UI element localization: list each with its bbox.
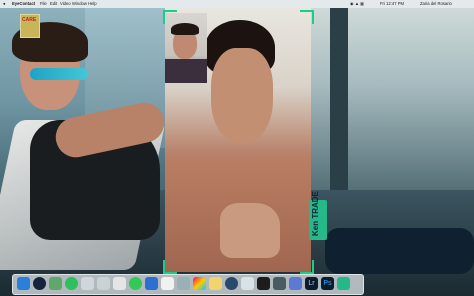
- share-icon[interactable]: [145, 277, 158, 290]
- grid-icon[interactable]: [289, 277, 302, 290]
- messages-icon[interactable]: [65, 277, 78, 290]
- circle-icon[interactable]: [225, 277, 238, 290]
- apple-icon[interactable]: ●: [3, 0, 6, 8]
- finder-icon[interactable]: [17, 277, 30, 290]
- maps-icon[interactable]: [97, 277, 110, 290]
- menu-bar: ● EyeContact File Edit Video Window Help…: [0, 0, 474, 8]
- logo-text: CARE: [22, 17, 37, 23]
- clock[interactable]: Fri 12:47 PM: [380, 0, 404, 8]
- menu-help[interactable]: Help: [88, 0, 97, 8]
- list-icon[interactable]: [241, 277, 254, 290]
- lightroom-icon[interactable]: Lr: [305, 277, 318, 290]
- notes-icon[interactable]: [161, 277, 174, 290]
- screen-icon[interactable]: [81, 277, 94, 290]
- pip-hair: [171, 23, 199, 35]
- check-icon[interactable]: [129, 277, 142, 290]
- bracket-bottom-left: [163, 260, 177, 274]
- caller-name-tag: Ken TRADE: [309, 191, 327, 240]
- app-logo: CARE: [20, 14, 40, 38]
- caller-name: Ken TRADE: [311, 191, 320, 236]
- menu-window[interactable]: Window: [72, 0, 87, 8]
- teal-icon[interactable]: [337, 277, 350, 290]
- night-icon[interactable]: [33, 277, 46, 290]
- menu-edit[interactable]: Edit: [50, 0, 57, 8]
- time-icon[interactable]: [209, 277, 222, 290]
- remote-hand: [220, 203, 280, 258]
- terminal-icon[interactable]: [257, 277, 270, 290]
- bracket-top-left: [163, 10, 177, 24]
- dock: Lr Ps: [12, 274, 364, 295]
- app-name[interactable]: EyeContact: [12, 0, 35, 8]
- colors-icon[interactable]: [193, 277, 206, 290]
- remote-face: [211, 48, 273, 143]
- photoshop-icon[interactable]: Ps: [321, 277, 334, 290]
- camera-icon[interactable]: [273, 277, 286, 290]
- menu-video[interactable]: Video: [60, 0, 71, 8]
- sunglasses: [30, 68, 88, 80]
- finder2-icon[interactable]: [177, 277, 190, 290]
- person-legs: [325, 228, 474, 274]
- triangle-icon[interactable]: [49, 277, 62, 290]
- lightroom-label: Lr: [308, 280, 315, 287]
- user-name[interactable]: Zaria del Rosario: [420, 0, 452, 8]
- bracket-top-right: [300, 10, 314, 24]
- menu-file[interactable]: File: [40, 0, 47, 8]
- photoshop-label: Ps: [323, 280, 332, 287]
- bracket-bottom-right: [300, 260, 314, 274]
- photos-icon[interactable]: [113, 277, 126, 290]
- status-icons[interactable]: ◉ ▲ ▦: [350, 0, 364, 8]
- pip-shirt: [165, 59, 207, 83]
